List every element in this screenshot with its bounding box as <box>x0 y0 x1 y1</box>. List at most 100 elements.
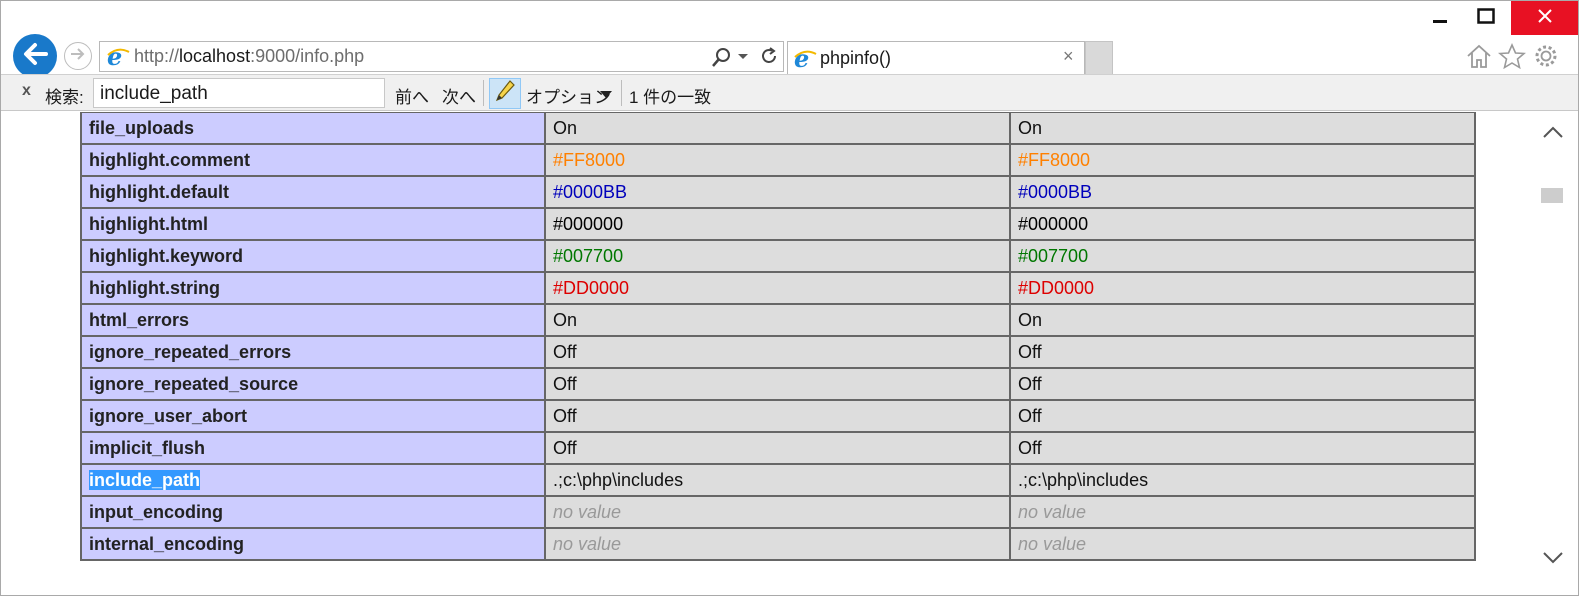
local-value: #000000 <box>544 207 1011 241</box>
master-value-text: Off <box>1018 341 1042 362</box>
master-value: Off <box>1009 335 1476 369</box>
close-icon <box>1537 8 1553 28</box>
search-icon[interactable] <box>710 47 732 73</box>
scroll-up-icon[interactable] <box>1541 122 1565 146</box>
master-value-text: Off <box>1018 405 1042 426</box>
url-text: http://localhost:9000/info.php <box>134 46 365 66</box>
home-icon[interactable] <box>1465 43 1493 73</box>
find-previous-button[interactable]: 前へ <box>395 83 429 108</box>
find-next-button[interactable]: 次へ <box>442 83 476 108</box>
master-value-text: Off <box>1018 437 1042 458</box>
local-value-text: #FF8000 <box>553 149 626 170</box>
directive-label: highlight.html <box>89 213 208 234</box>
directive-name: highlight.html <box>80 207 546 241</box>
master-value: #000000 <box>1009 207 1476 241</box>
directive-label: ignore_repeated_source <box>89 373 299 394</box>
maximize-icon <box>1477 8 1495 28</box>
master-value-text: no value <box>1018 533 1087 554</box>
table-row: highlight.html #000000 #000000 <box>80 207 1476 241</box>
forward-button[interactable] <box>64 42 92 70</box>
highlight-matches-button[interactable] <box>489 78 521 109</box>
new-tab-button[interactable] <box>1085 41 1113 74</box>
back-button[interactable] <box>13 34 57 78</box>
table-row: ignore_repeated_errors Off Off <box>80 335 1476 369</box>
find-bar-close-icon[interactable]: x <box>22 82 31 100</box>
find-input[interactable]: include_path <box>93 78 385 108</box>
directive-name: file_uploads <box>80 112 546 145</box>
table-row: highlight.comment #FF8000 #FF8000 <box>80 143 1476 177</box>
favorites-star-icon[interactable] <box>1497 43 1527 73</box>
vertical-scrollbar[interactable] <box>1541 112 1565 582</box>
master-value: #FF8000 <box>1009 143 1476 177</box>
directive-name: include_path <box>80 463 546 497</box>
minimize-icon <box>1432 8 1448 28</box>
local-value-text: On <box>553 309 578 330</box>
settings-gear-icon[interactable] <box>1532 43 1560 73</box>
scrollbar-thumb[interactable] <box>1541 188 1563 203</box>
local-value: Off <box>544 335 1011 369</box>
table-row: ignore_user_abort Off Off <box>80 399 1476 433</box>
directive-name: input_encoding <box>80 495 546 529</box>
local-value: .;c:\php\includes <box>544 463 1011 497</box>
refresh-icon[interactable] <box>759 46 779 70</box>
directive-label: input_encoding <box>89 501 223 522</box>
tab-phpinfo[interactable]: e phpinfo() × <box>787 41 1085 74</box>
divider <box>621 80 622 106</box>
table-row: ignore_repeated_source Off Off <box>80 367 1476 401</box>
forward-arrow-icon <box>69 46 87 66</box>
master-value-text: #007700 <box>1018 245 1089 266</box>
table-row: internal_encoding no value no value <box>80 527 1476 561</box>
table-row: input_encoding no value no value <box>80 495 1476 529</box>
directive-label: ignore_repeated_errors <box>89 341 292 362</box>
local-value: #007700 <box>544 239 1011 273</box>
close-button[interactable] <box>1511 1 1578 35</box>
directive-label: file_uploads <box>89 117 195 138</box>
local-value-text: #DD0000 <box>553 277 630 298</box>
directive-label: internal_encoding <box>89 533 245 554</box>
maximize-button[interactable] <box>1463 1 1509 35</box>
scroll-down-icon[interactable] <box>1541 548 1565 572</box>
directive-label: highlight.keyword <box>89 245 244 266</box>
directive-name: ignore_repeated_source <box>80 367 546 401</box>
php-config-table: file_uploads On On highlight.comment #FF8000… <box>80 112 1476 561</box>
directive-name: ignore_repeated_errors <box>80 335 546 369</box>
table-row: file_uploads On On <box>80 112 1476 145</box>
options-dropdown-icon[interactable] <box>600 91 612 98</box>
master-value-text: #DD0000 <box>1018 277 1095 298</box>
master-value-text: #FF8000 <box>1018 149 1091 170</box>
local-value-text: .;c:\php\includes <box>553 469 684 490</box>
local-value-text: #000000 <box>553 213 624 234</box>
master-value: no value <box>1009 527 1476 561</box>
local-value-text: On <box>553 117 578 138</box>
directive-label: implicit_flush <box>89 437 206 458</box>
local-value: no value <box>544 495 1011 529</box>
directive-name: html_errors <box>80 303 546 337</box>
match-count: 1 件の一致 <box>629 88 712 107</box>
dropdown-arrow-icon[interactable] <box>738 54 748 59</box>
table-row: include_path .;c:\php\includes .;c:\php\in… <box>80 463 1476 497</box>
minimize-button[interactable] <box>1417 1 1463 35</box>
address-bar[interactable]: e http://localhost:9000/info.php <box>99 41 784 72</box>
ie-page-icon: e <box>793 44 817 74</box>
master-value: On <box>1009 303 1476 337</box>
directive-name: highlight.default <box>80 175 546 209</box>
table-row: highlight.string #DD0000 #DD0000 <box>80 271 1476 305</box>
ie-page-icon: e <box>106 42 130 72</box>
local-value: #DD0000 <box>544 271 1011 305</box>
master-value-text: .;c:\php\includes <box>1018 469 1149 490</box>
tab-close-icon[interactable]: × <box>1063 46 1074 67</box>
master-value: Off <box>1009 399 1476 433</box>
master-value: #007700 <box>1009 239 1476 273</box>
local-value: #0000BB <box>544 175 1011 209</box>
local-value: Off <box>544 367 1011 401</box>
local-value: On <box>544 303 1011 337</box>
options-menu-button[interactable]: オプション <box>526 83 611 108</box>
local-value-text: #007700 <box>553 245 624 266</box>
browser-window: e http://localhost:9000/info.php e phpin… <box>0 0 1579 596</box>
directive-name: ignore_user_abort <box>80 399 546 433</box>
master-value-text: Off <box>1018 373 1042 394</box>
local-value: Off <box>544 431 1011 465</box>
local-value-text: Off <box>553 373 577 394</box>
local-value-text: Off <box>553 341 577 362</box>
directive-name: highlight.string <box>80 271 546 305</box>
